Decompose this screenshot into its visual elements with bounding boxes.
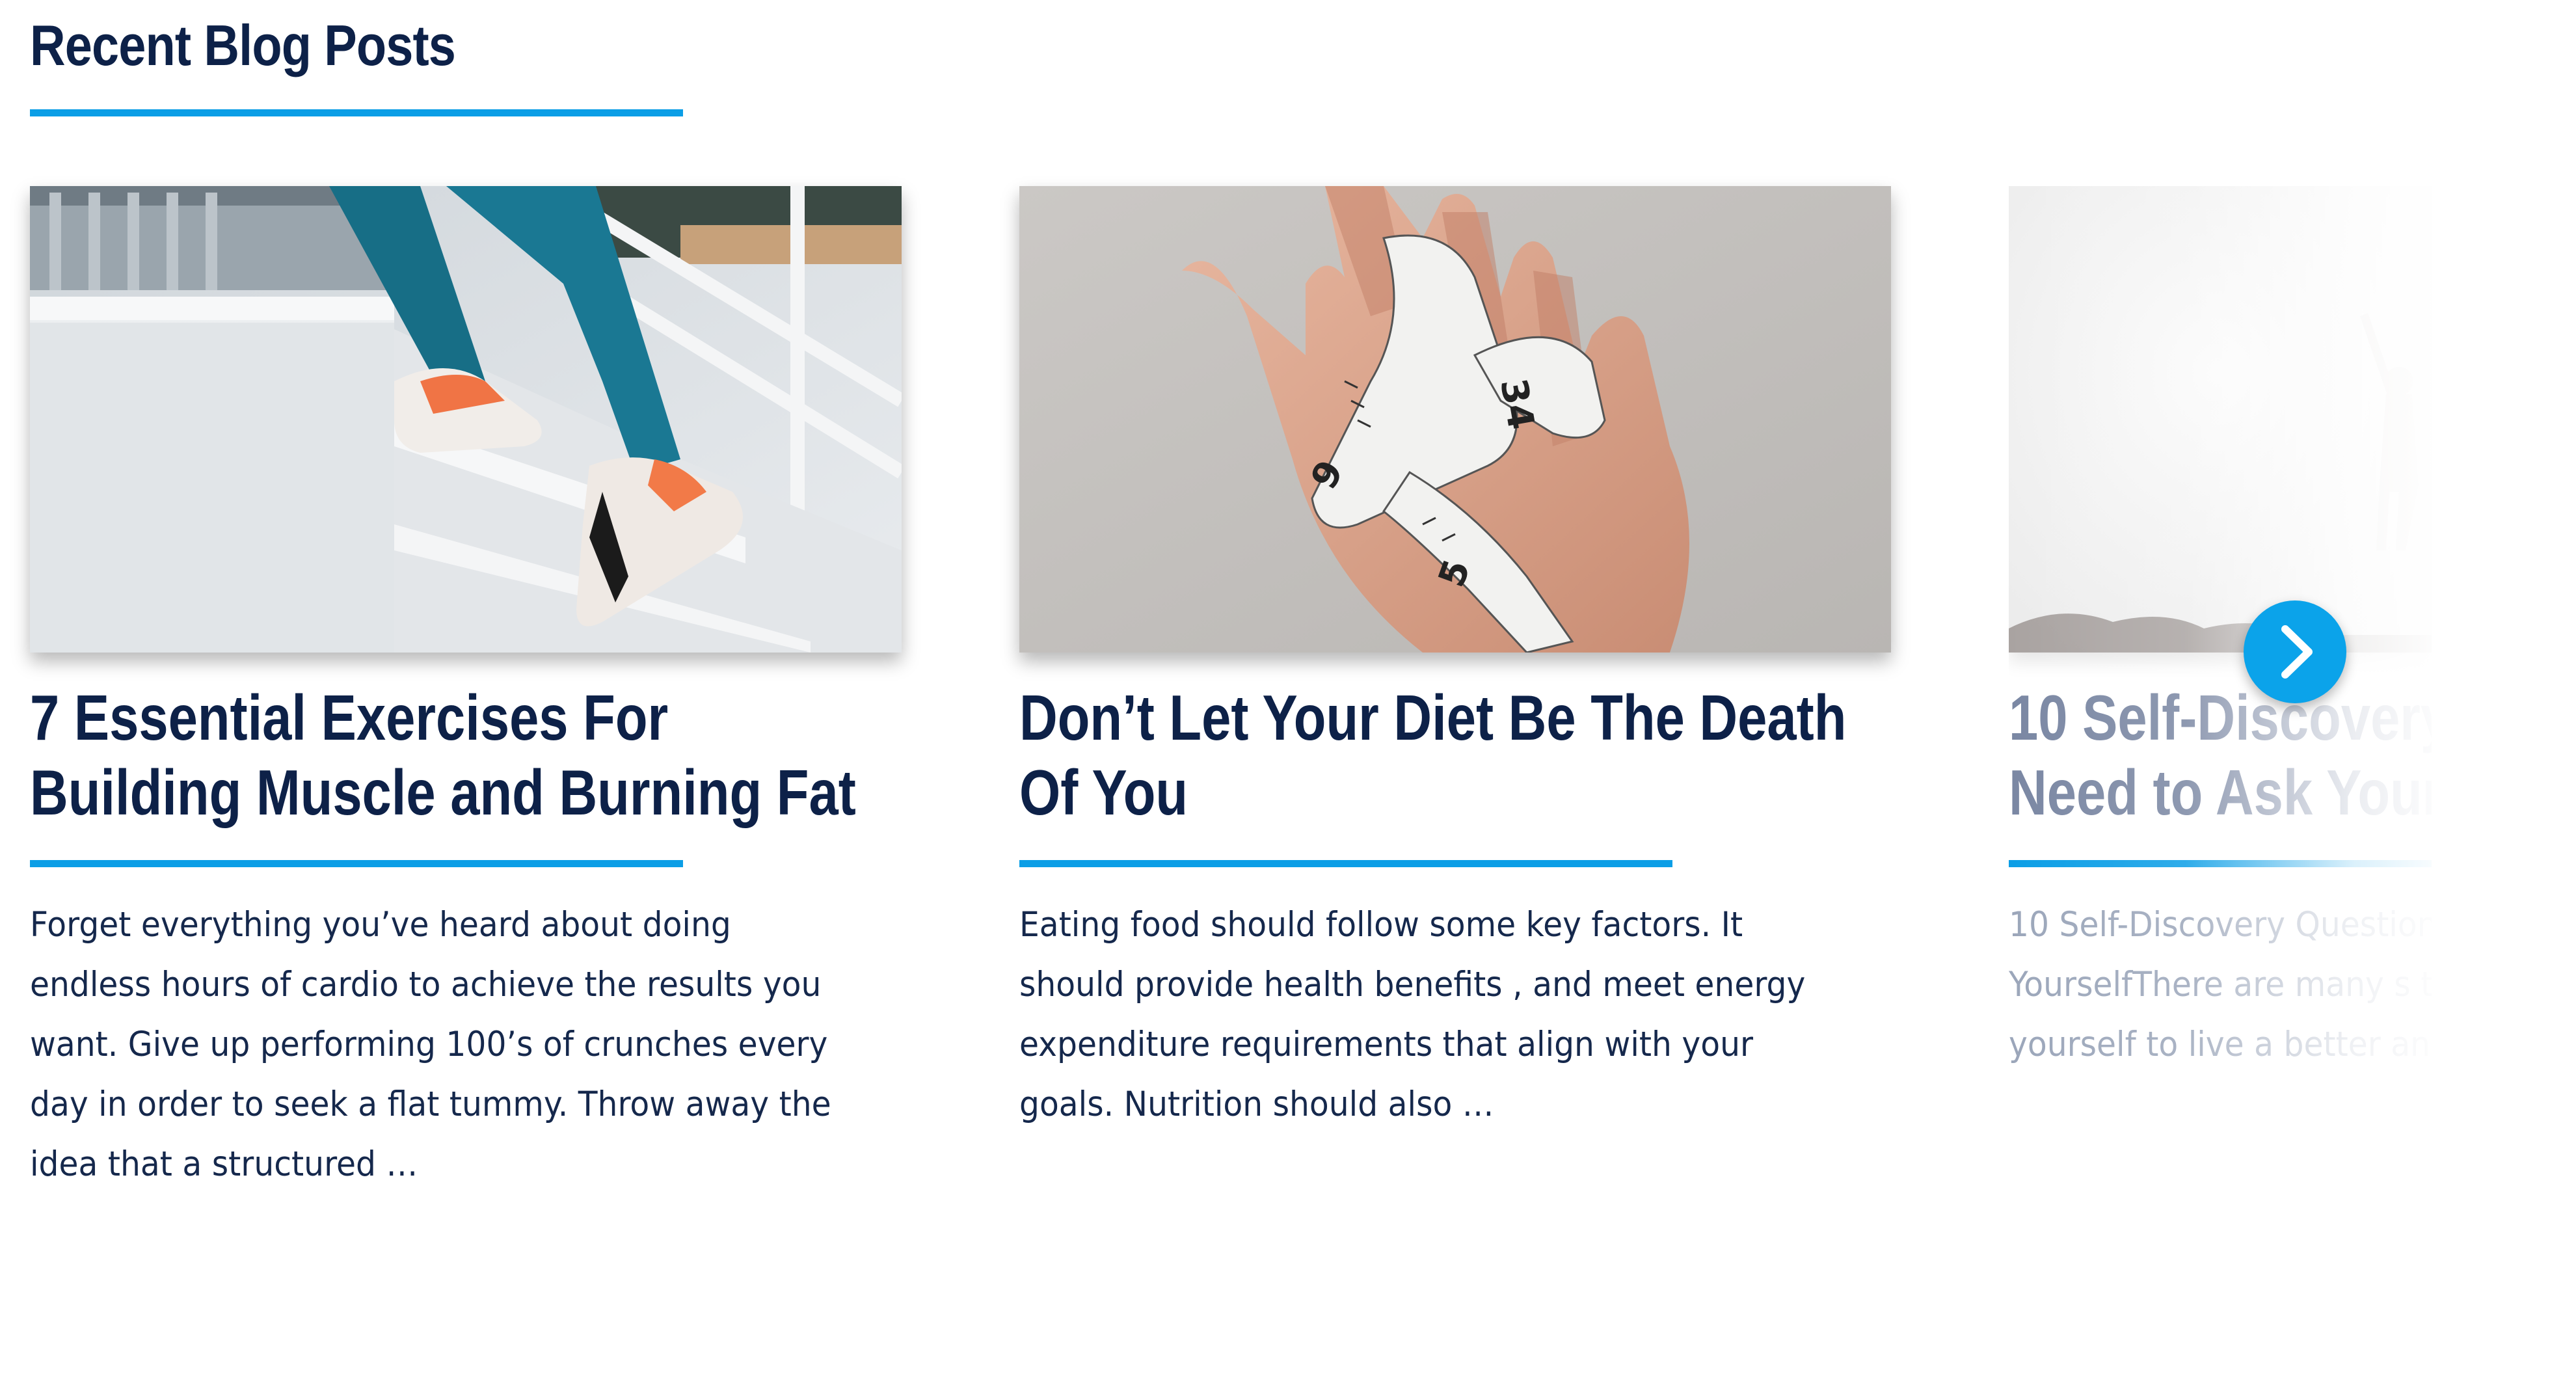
- post-title[interactable]: 10 Self-Discovery Questions You Need to …: [2009, 680, 2432, 830]
- post-title[interactable]: Don’t Let Your Diet Be The Death Of You: [1019, 680, 1862, 830]
- blog-post-card[interactable]: 10 Self-Discovery Questions You Need to …: [2009, 186, 2432, 1201]
- post-title[interactable]: 7 Essential Exercises For Building Muscl…: [30, 680, 872, 830]
- section-title: Recent Blog Posts: [30, 13, 456, 77]
- post-excerpt: 10 Self-Discovery Questions You Need to …: [2009, 905, 2432, 1064]
- post-thumbnail-measuring-tape[interactable]: 34 9 5: [1019, 186, 1891, 653]
- blog-post-card[interactable]: 34 9 5 Don’t Let Your Diet Be The Death …: [1019, 186, 1891, 1201]
- post-excerpt: Forget everything you’ve heard about doi…: [30, 905, 831, 1184]
- svg-text:34: 34: [1492, 375, 1542, 433]
- post-title-underline: [30, 860, 683, 867]
- post-title-underline: [1019, 860, 1672, 867]
- post-excerpt: Eating food should follow some key facto…: [1019, 905, 1806, 1124]
- post-thumbnail-running-shoes[interactable]: [30, 186, 902, 653]
- post-title-underline: [2009, 860, 2432, 867]
- running-shoes-photo: [30, 186, 902, 653]
- carousel-next-button[interactable]: [2244, 600, 2346, 703]
- blog-post-card[interactable]: 7 Essential Exercises For Building Muscl…: [30, 186, 902, 1201]
- measuring-tape-photo: 34 9 5: [1019, 186, 1891, 653]
- section-title-underline: [30, 109, 683, 116]
- post-thumbnail-self-discovery[interactable]: [2009, 186, 2432, 653]
- person-sunrise-photo: [2009, 186, 2432, 653]
- chevron-right-icon: [2281, 625, 2313, 679]
